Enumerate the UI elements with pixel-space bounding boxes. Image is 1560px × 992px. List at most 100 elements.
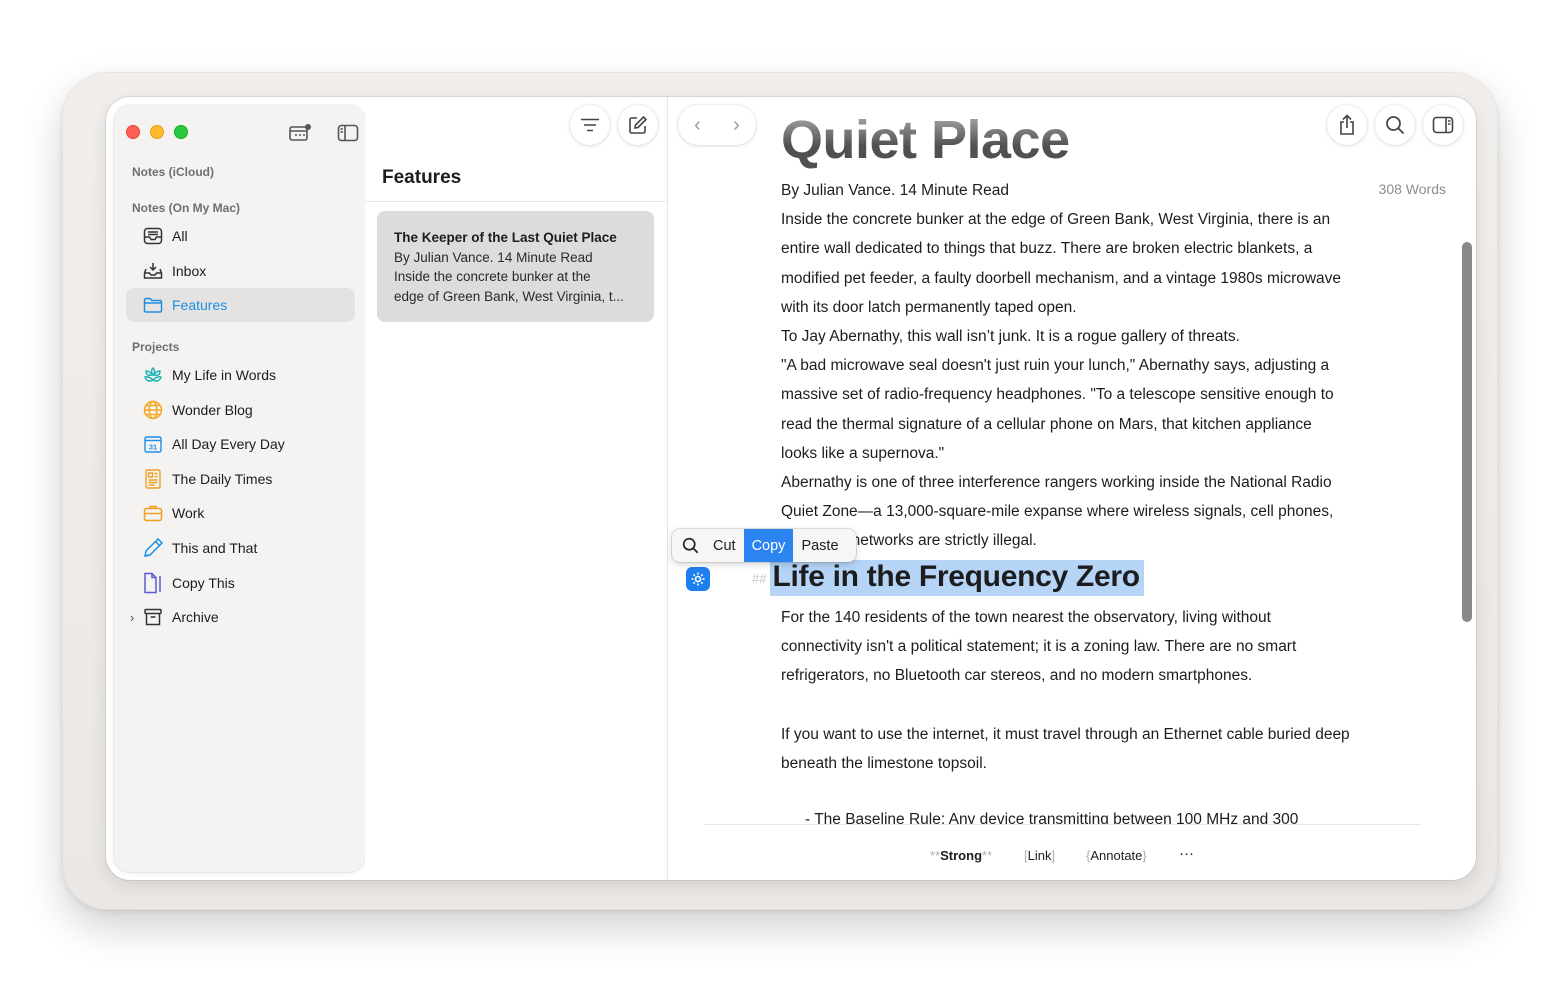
new-folder-button[interactable] — [286, 122, 314, 144]
sidebar-item-label: This and That — [172, 540, 258, 556]
body-text-top[interactable]: By Julian Vance. 14 Minute Read Inside t… — [781, 176, 1351, 556]
forward-button[interactable]: › — [733, 114, 740, 137]
briefcase-icon — [142, 502, 164, 524]
sort-button[interactable] — [570, 105, 610, 145]
filter-lines-icon — [581, 118, 599, 132]
sidebar-item-all-day-every-day[interactable]: 31 All Day Every Day — [126, 427, 355, 461]
strong-label: Strong — [940, 848, 983, 863]
annotate-button[interactable]: {Annotate} — [1086, 848, 1147, 863]
strong-button[interactable]: **Strong** — [930, 848, 992, 863]
zoom-button[interactable] — [174, 125, 188, 139]
search-button[interactable] — [1375, 105, 1415, 145]
sidebar-item-label: Copy This — [172, 575, 235, 591]
format-bar-divider — [704, 824, 1421, 825]
compose-button[interactable] — [618, 105, 658, 145]
note-card-line: By Julian Vance. 14 Minute Read — [394, 249, 593, 265]
gear-icon — [691, 572, 705, 586]
sidebar-item-label: Wonder Blog — [172, 402, 253, 418]
section-label-projects: Projects — [132, 340, 180, 354]
scrollbar[interactable] — [1462, 242, 1472, 622]
sidebar-item-label: All — [172, 228, 188, 244]
markup-marker: ** — [982, 848, 993, 863]
section-label-on-my-mac: Notes (On My Mac) — [132, 201, 241, 215]
annotate-label: Annotate — [1090, 848, 1143, 863]
copy-button[interactable]: Copy — [743, 529, 794, 562]
folder-icon — [142, 294, 164, 316]
partially-visible-line: - The Baseline Rule: Any device transmit… — [805, 811, 1299, 824]
markup-marker: ] — [1051, 848, 1056, 863]
sidebar-item-label: Inbox — [172, 263, 207, 279]
document-icon — [142, 572, 164, 594]
heading-row: ## Life in the Frequency Zero — [752, 560, 1144, 596]
cut-button[interactable]: Cut — [705, 529, 744, 562]
back-button[interactable]: ‹ — [694, 114, 701, 137]
sidebar-item-my-life-in-words[interactable]: My Life in Words — [126, 358, 355, 392]
search-icon — [682, 537, 699, 554]
newspaper-icon — [142, 468, 164, 490]
calendar-icon: 31 — [142, 433, 164, 455]
archive-icon — [142, 606, 164, 628]
paragraph: By Julian Vance. 14 Minute Read — [781, 182, 1010, 199]
empty-line — [781, 691, 1351, 720]
tray-icon — [142, 225, 164, 247]
link-label: Link — [1027, 848, 1052, 863]
sidebar-item-label: Work — [172, 505, 205, 521]
more-options-button[interactable]: ··· — [1179, 845, 1194, 862]
sidebar-item-label: The Daily Times — [172, 471, 273, 487]
sidebar-item-copy-this[interactable]: Copy This — [126, 566, 355, 600]
history-nav: ‹ › — [678, 105, 756, 145]
markup-marker: ** — [930, 848, 941, 863]
sidebar-item-label: My Life in Words — [172, 367, 276, 383]
list-title: Features — [382, 167, 462, 188]
globe-icon — [142, 399, 164, 421]
divider — [365, 201, 667, 202]
note-card-title: The Keeper of the Last Quiet Place — [394, 230, 617, 245]
section-label-icloud: Notes (iCloud) — [132, 165, 214, 179]
body-text-bottom[interactable]: For the 140 residents of the town neares… — [781, 603, 1351, 778]
compose-icon — [629, 115, 648, 134]
svg-text:31: 31 — [149, 443, 157, 452]
note-card-line: edge of Green Bank, West Virginia, t... — [394, 288, 624, 304]
sidebar-item-the-daily-times[interactable]: The Daily Times — [126, 462, 355, 496]
inbox-icon — [142, 260, 164, 282]
inspector-icon — [1432, 116, 1454, 134]
new-folder-icon — [289, 124, 311, 141]
sidebar-item-wonder-blog[interactable]: Wonder Blog — [126, 393, 355, 427]
paste-button[interactable]: Paste — [793, 529, 846, 562]
app-window: Notes (iCloud) Notes (On My Mac) All Inb… — [106, 97, 1476, 880]
close-button[interactable] — [126, 125, 140, 139]
sidebar-item-label: All Day Every Day — [172, 436, 285, 452]
heading-options-button[interactable] — [686, 567, 710, 591]
pencil-icon — [142, 537, 164, 559]
sidebar-item-label: Features — [172, 297, 228, 313]
editor[interactable]: ‹ › Quiet Place 308 Words By Julian Vanc… — [668, 97, 1476, 880]
sidebar-item-all[interactable]: All — [126, 219, 355, 253]
link-button[interactable]: [Link] — [1024, 848, 1055, 863]
lookup-button[interactable] — [672, 529, 705, 562]
search-icon — [1386, 116, 1405, 135]
share-icon — [1340, 114, 1354, 135]
note-card-line: Inside the concrete bunker at the — [394, 269, 591, 284]
markup-marker: } — [1142, 848, 1147, 863]
sidebar-item-inbox[interactable]: Inbox — [126, 254, 355, 288]
document-title[interactable]: Quiet Place — [781, 109, 1070, 171]
share-button[interactable] — [1327, 105, 1367, 145]
note-card-selected[interactable]: The Keeper of the Last Quiet Place By Ju… — [377, 211, 654, 322]
inspector-toggle-button[interactable] — [1423, 105, 1463, 145]
sidebar-item-this-and-that[interactable]: This and That — [126, 531, 355, 565]
selected-heading[interactable]: Life in the Frequency Zero — [770, 560, 1144, 596]
paragraph: To Jay Abernathy, this wall isn’t junk. … — [781, 328, 1240, 346]
chevron-right-icon[interactable]: › — [130, 610, 134, 625]
heading-marker: ## — [752, 570, 767, 586]
sidebar-item-features[interactable]: Features — [126, 288, 355, 322]
sidebar-item-work[interactable]: Work — [126, 496, 355, 530]
minimize-button[interactable] — [150, 125, 164, 139]
paragraph: Inside the concrete bunker at the edge o… — [781, 211, 1342, 316]
sidebar-item-archive[interactable]: › Archive — [126, 600, 355, 634]
edit-context-menu: Cut Copy Paste — [672, 529, 856, 562]
sidebar: Notes (iCloud) Notes (On My Mac) All Inb… — [114, 105, 365, 872]
toggle-sidebar-button[interactable] — [334, 122, 362, 144]
flower-icon — [142, 364, 164, 386]
paragraph: "A bad microwave seal doesn't just ruin … — [781, 357, 1334, 462]
paragraph: If you want to use the internet, it must… — [781, 725, 1350, 772]
